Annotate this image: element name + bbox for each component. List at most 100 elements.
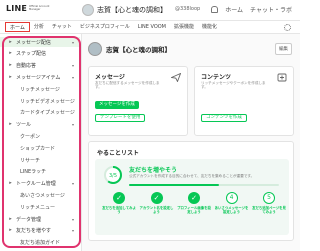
sidebar-item-11[interactable]: LINEラッチ [0,167,80,177]
message-card-title: メッセージ [95,74,125,81]
todo-card: やることリスト 3/5 友だちを増やそう 公式アカウントを作成する目的に合わせて… [88,141,294,241]
sidebar-item-7[interactable]: ▸ ツール ▾ [0,120,80,130]
sidebar-item-6[interactable]: カードタイプメッセージ [0,108,80,118]
sidebar-item-13[interactable]: あいさつメッセージ [0,190,80,200]
app-header: LINE Official Account Manager 志賀【心と魂の調和】… [0,0,300,21]
header-home-link[interactable]: ホーム [225,5,243,14]
sidebar-item-8[interactable]: クーポン [0,131,80,141]
profile-header: 志賀【心と魂の調和】 編集 [88,39,294,59]
tab-4[interactable]: LINE VOOM [134,22,170,32]
sidebar-item-17[interactable]: 友だち追加ガイド [0,238,80,248]
tab-0[interactable]: ホーム [5,22,30,32]
line-logo[interactable]: LINE Official Account Manager [6,4,57,13]
progress-ring: 3/5 [104,166,122,184]
sidebar-item-label: リサーチ [20,157,41,164]
chevron-down-icon[interactable]: ▾ [72,40,74,45]
chevron-down-icon[interactable]: ▾ [72,217,74,222]
sidebar-item-icon: ▸ [9,180,12,187]
bell-icon[interactable] [211,6,219,13]
sidebar-item-label: 自動応答 [16,63,37,70]
sidebar-item-10[interactable]: リサーチ [0,155,80,165]
header-chat-link[interactable]: チャット・ラボ [250,5,292,14]
todo-step-label: あいさつメッセージを設定しよう [214,206,249,215]
sidebar-item-0[interactable]: ▸ メッセージ配信 ▾ [0,37,80,47]
nav-tabs: ホーム 分析 チャット ビジネスプロフィール LINE VOOM 拡張機能 機能化 [5,22,221,32]
check-icon: ✓ [150,192,163,204]
sidebar: ▸ メッセージ配信 ▾ ▸ ステップ配信 ▸ 自動応答 ▾ ▸ メッセージアイテム ▾ リッチメッセー… [0,34,82,251]
todo-subtext: 公式アカウントを作成する目的に合わせて、友だちを集めることが重要です。 [129,174,255,178]
content-card: コンテンツ リッチメッセージやクーポンを作成します。 コンテンツを作成 [194,66,294,136]
sidebar-item-label: リッチメッセージ [20,86,60,93]
content-card-desc: リッチメッセージやクーポンを作成します。 [201,81,266,90]
sidebar-item-label: メッセージアイテム [16,74,61,81]
content-card-title: コンテンツ [201,74,232,81]
main-nav: ホーム 分析 チャット ビジネスプロフィール LINE VOOM 拡張機能 機能化 [0,21,300,34]
sidebar-item-2[interactable]: ▸ 自動応答 ▾ [0,61,80,71]
use-template-button[interactable]: テンプレートを使用 [95,114,146,122]
content-icon [277,73,287,82]
sidebar-item-label: ショップカード [20,145,56,152]
sidebar-item-label: 友だち追加ガイド [20,240,61,247]
message-card: メッセージ 友だちに配信するメッセージを作成します。 メッセージを作成 テンプレ… [88,66,188,136]
sidebar-item-icon: ▸ [9,38,12,45]
todo-title: やることリスト [97,150,140,157]
check-icon: ✓ [113,192,125,204]
todo-step-3[interactable]: ✓ プロフィール画像を設定しよう [176,192,212,214]
sidebar-item-9[interactable]: ショップカード [0,143,80,153]
sidebar-item-icon: ▸ [9,50,12,57]
sidebar-item-4[interactable]: リッチメッセージ [0,84,80,94]
todo-panel: 3/5 友だちを増やそう 公式アカウントを作成する目的に合わせて、友だちを集める… [95,159,289,235]
send-icon [171,73,181,82]
sidebar-item-icon: ▸ [9,73,12,80]
tab-3[interactable]: ビジネスプロフィール [76,22,134,32]
todo-step-label: プロフィール画像を設定しよう [177,206,211,215]
gear-icon[interactable] [284,24,291,31]
main-content: 志賀【心と魂の調和】 編集 メッセージ 友だちに配信するメッセージを作成します。… [82,34,300,251]
sidebar-item-1[interactable]: ▸ ステップ配信 [0,49,80,59]
sidebar-item-label: メッセージ配信 [16,39,51,46]
profile-name: 志賀【心と魂の調和】 [106,46,171,54]
todo-step-label: 友だち追加ページを見てみよう [252,206,286,215]
sidebar-item-label: リッチビデオメッセージ [20,98,75,105]
sidebar-item-icon: ▸ [9,121,12,128]
create-content-button[interactable]: コンテンツを作成 [201,114,247,122]
profile-avatar[interactable] [88,42,102,56]
tab-5[interactable]: 拡張機能 [170,22,198,32]
account-id: @338loop [175,6,201,12]
sidebar-item-15[interactable]: ▸ データ管理 ▾ [0,214,80,224]
sidebar-item-label: リッチメニュー [20,204,56,211]
account-name[interactable]: 志賀【心と魂の調和】 [97,5,167,15]
logo-text: LINE [6,4,28,13]
chevron-down-icon[interactable]: ▾ [72,228,74,233]
tab-2[interactable]: チャット [48,22,76,32]
tab-1[interactable]: 分析 [30,22,48,32]
chevron-down-icon[interactable]: ▾ [72,75,74,80]
create-message-button[interactable]: メッセージを作成 [95,101,139,109]
todo-step-5[interactable]: 5 友だち追加ページを見てみよう [251,192,287,214]
edit-button[interactable]: 編集 [275,43,292,55]
todo-step-2[interactable]: ✓ アカウント名を設定しよう [139,192,175,214]
sidebar-item-label: ツール [16,122,32,129]
sidebar-item-3[interactable]: ▸ メッセージアイテム ▾ [0,72,80,82]
todo-heading: 友だちを増やそう [129,167,178,174]
chevron-down-icon[interactable]: ▾ [72,122,74,127]
sidebar-item-icon: ▸ [9,227,12,234]
todo-step-4[interactable]: 4 あいさつメッセージを設定しよう [214,192,250,214]
sidebar-item-label: ステップ配信 [16,51,47,58]
sidebar-item-5[interactable]: リッチビデオメッセージ [0,96,80,106]
sidebar-item-label: あいさつメッセージ [20,192,65,199]
todo-progress-bar [129,184,279,186]
sidebar-item-12[interactable]: ▸ トークルーム管理 ▾ [0,179,80,189]
chevron-down-icon[interactable]: ▾ [72,63,74,68]
sidebar-item-16[interactable]: ▸ 友だちを増やす ▾ [0,226,80,236]
logo-subtitle: Official Account Manager [29,4,50,11]
chevron-down-icon[interactable]: ▾ [72,181,74,186]
todo-step-1[interactable]: ✓ 友だちを追加してみよう [101,192,137,214]
sidebar-item-14[interactable]: リッチメニュー [0,202,80,212]
todo-progress-fill [129,184,219,186]
tab-6[interactable]: 機能化 [198,22,221,32]
message-card-desc: 友だちに配信するメッセージを作成します。 [95,81,160,90]
step-number: 5 [263,192,275,204]
account-avatar[interactable] [82,4,94,16]
progress-label: 3/5 [109,173,117,179]
